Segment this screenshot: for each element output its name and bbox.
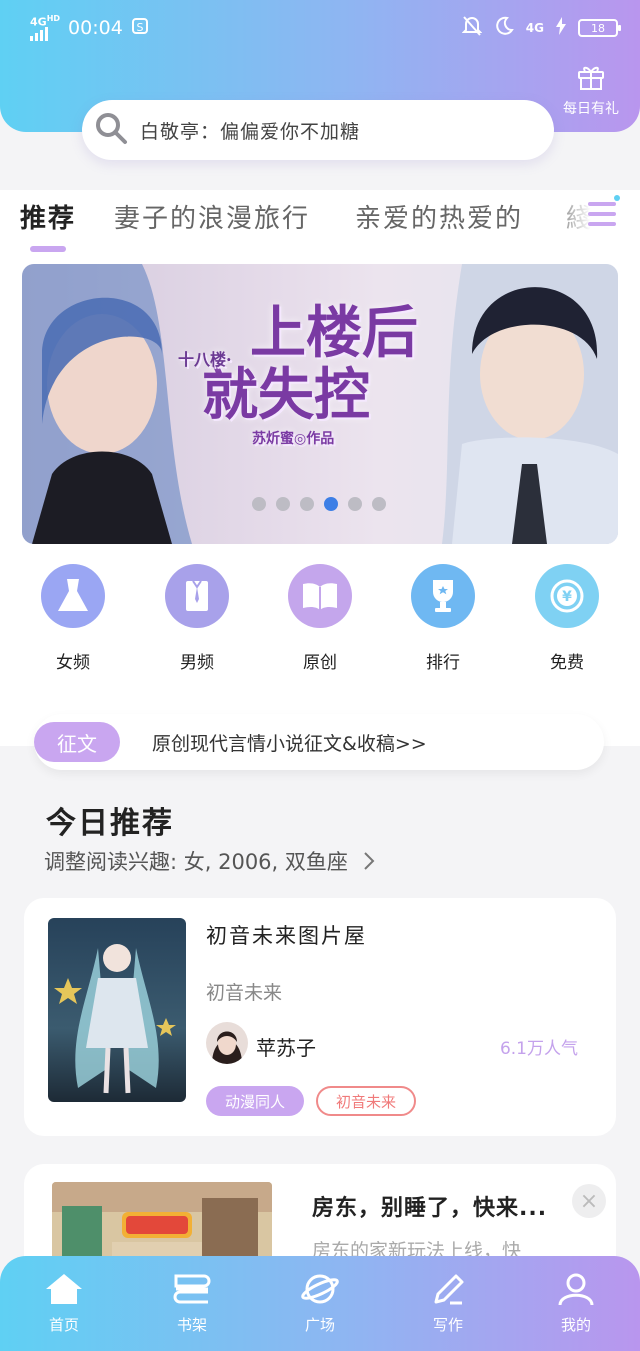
banner-pagination [252,497,386,511]
popularity-count: 6.1万人气 [499,1039,578,1059]
section-title: 今日推荐 [46,806,174,841]
tab-wife-romantic-trip[interactable]: 妻子的浪漫旅行 [114,198,310,235]
nav-profile[interactable]: 我的 [536,1272,616,1335]
data-network-label: 4G [525,21,544,35]
book-tag[interactable]: 动漫同人 [206,1086,304,1116]
search-placeholder: 白敬亭：偏偏爱你不加糖 [140,120,361,143]
svg-text:¥: ¥ [562,589,572,605]
close-icon[interactable]: × [572,1184,606,1218]
notice-text: 原创现代言情小说征文&收稿>> [152,732,427,755]
nav-write-label: 写作 [432,1316,463,1334]
author-name: 苹苏子 [256,1036,316,1060]
tab-go-go-squid[interactable]: 亲爱的热爱的 [355,198,523,235]
category-male[interactable]: 男频 [147,564,247,673]
book-icon [288,564,352,628]
sim-icon: S [131,17,149,40]
banner-dot[interactable] [348,497,362,511]
dress-icon [41,564,105,628]
category-original[interactable]: 原创 [270,564,370,673]
nav-plaza-label: 广场 [304,1316,335,1334]
search-icon [94,111,128,149]
category-female-label: 女频 [56,653,90,673]
banner-title: 十八楼· 上楼后 就失控 苏炘蜜◎作品 [178,300,418,447]
category-original-label: 原创 [303,653,337,673]
category-male-label: 男频 [180,653,214,673]
charging-icon [556,16,566,40]
bottom-navigation: 首页 书架 广场 写作 我的 [0,1256,640,1351]
nav-bookshelf-label: 书架 [176,1316,207,1334]
banner-dot[interactable] [300,497,314,511]
daily-gift-label: 每日有礼 [563,101,619,117]
signal-indicator: 4GHD [30,14,60,42]
category-free[interactable]: ¥ 免费 [517,564,617,673]
search-bar[interactable]: 白敬亭：偏偏爱你不加糖 [82,100,554,160]
planet-icon [300,1274,340,1310]
nav-profile-label: 我的 [560,1316,591,1334]
gift-icon [577,66,605,94]
tabs-menu-icon[interactable] [588,194,620,234]
banner-dot[interactable] [324,497,338,511]
nav-bookshelf[interactable]: 书架 [152,1272,232,1335]
status-bar: 4GHD 00:04 S 4G 18 [0,0,640,56]
active-tab-indicator [30,246,66,252]
banner-dot[interactable] [372,497,386,511]
yen-coin-icon: ¥ [535,564,599,628]
category-grid: 女频 男频 原创 排行 ¥ 免费 [0,564,640,684]
book-card[interactable]: 初音未来图片屋 初音未来 苹苏子 6.1万人气 动漫同人 初音未来 [24,898,616,1136]
ad-title: 房东，别睡了，快来... [312,1196,548,1221]
nav-plaza[interactable]: 广场 [280,1272,360,1335]
banner-dot[interactable] [276,497,290,511]
promo-banner[interactable]: 十八楼· 上楼后 就失控 苏炘蜜◎作品 [22,264,618,544]
category-ranking[interactable]: 排行 [393,564,493,673]
category-tabs: 推荐 妻子的浪漫旅行 亲爱的热爱的 綫 [0,190,640,260]
category-ranking-label: 排行 [426,653,460,673]
category-free-label: 免费 [550,653,584,673]
svg-text:S: S [136,21,143,34]
bookshelf-icon [172,1274,212,1310]
pen-icon [428,1274,468,1310]
clock: 00:04 [68,17,123,39]
book-subtitle: 初音未来 [206,982,283,1004]
shirt-icon [165,564,229,628]
book-cover [48,918,186,1102]
mute-bell-icon [461,15,483,42]
chevron-right-icon [355,850,377,874]
banner-dot[interactable] [252,497,266,511]
nav-write[interactable]: 写作 [408,1272,488,1335]
tab-recommend[interactable]: 推荐 [20,198,76,235]
category-female[interactable]: 女频 [23,564,123,673]
book-title: 初音未来图片屋 [206,924,367,948]
reading-interest-text: 调整阅读兴趣: 女, 2006, 双鱼座 [44,850,348,874]
daily-gift-button[interactable]: 每日有礼 [558,64,624,118]
notice-bar[interactable]: 征文 原创现代言情小说征文&收稿>> [34,714,604,770]
trophy-icon [411,564,475,628]
book-tag[interactable]: 初音未来 [316,1086,416,1116]
battery-icon: 18 [578,19,621,37]
nav-home[interactable]: 首页 [24,1272,104,1335]
home-icon [44,1274,84,1310]
reading-interest-link[interactable]: 调整阅读兴趣: 女, 2006, 双鱼座 [44,846,377,876]
user-icon [556,1273,596,1310]
avatar [206,1022,248,1064]
notice-badge: 征文 [34,722,120,762]
moon-icon [494,16,514,41]
signal-bars-icon [30,27,60,42]
nav-home-label: 首页 [48,1316,79,1334]
